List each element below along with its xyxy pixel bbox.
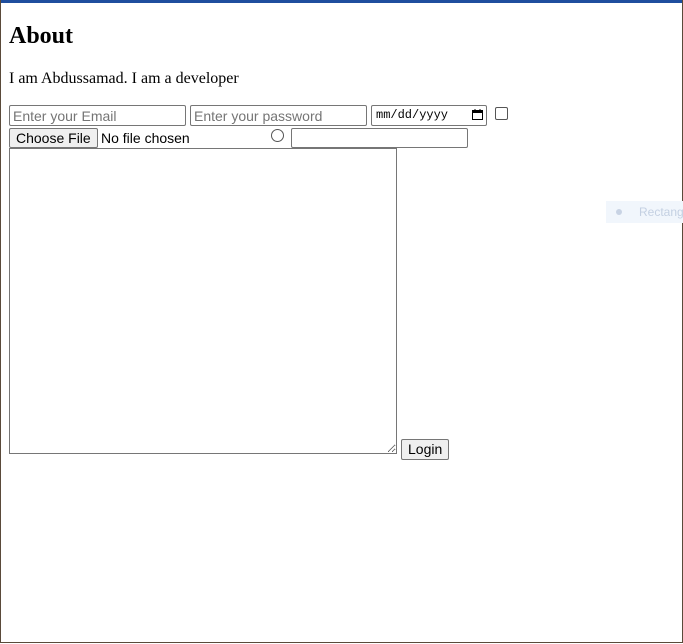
- radio-button[interactable]: [271, 129, 284, 142]
- ghost-overlay-chip: Rectang: [606, 201, 683, 223]
- text-input[interactable]: [291, 128, 468, 148]
- checkbox[interactable]: [495, 107, 508, 120]
- intro-text: I am Abdussamad. I am a developer: [9, 70, 239, 87]
- date-input[interactable]: mm/dd/yyyy: [371, 105, 487, 126]
- login-button[interactable]: Login: [401, 439, 450, 460]
- email-input[interactable]: [9, 105, 186, 126]
- file-status-text: No file chosen: [101, 130, 190, 146]
- choose-file-button[interactable]: Choose File: [9, 128, 98, 148]
- dot-icon: [616, 209, 622, 215]
- message-textarea[interactable]: [9, 148, 397, 454]
- calendar-icon[interactable]: [472, 109, 483, 120]
- date-placeholder: mm/dd/yyyy: [376, 108, 449, 122]
- password-input[interactable]: [190, 105, 367, 126]
- ghost-overlay-label: Rectang: [639, 205, 683, 219]
- page-heading: About: [9, 23, 74, 49]
